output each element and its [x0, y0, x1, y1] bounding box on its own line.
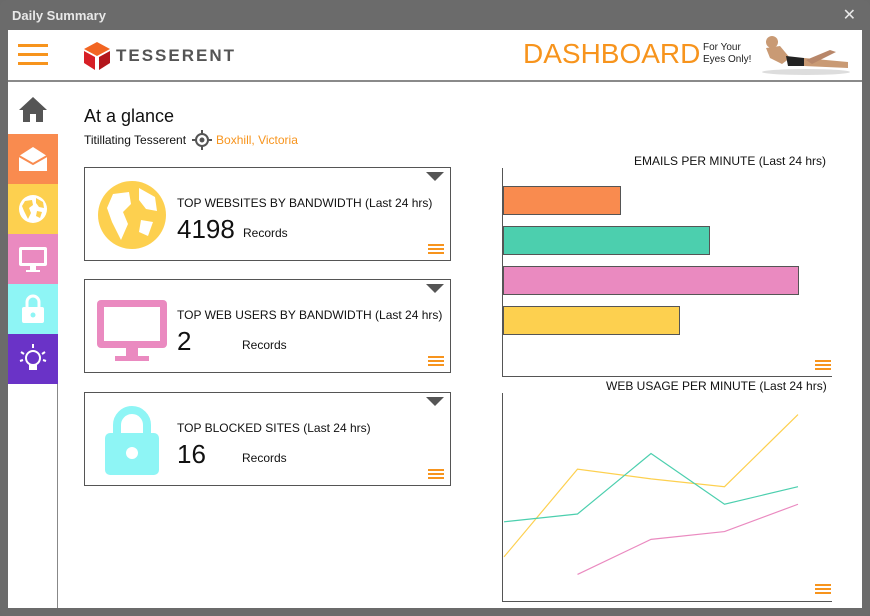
card-unit: Records [242, 451, 287, 465]
chevron-down-icon[interactable] [426, 172, 444, 181]
bar-0 [503, 186, 621, 215]
bar-2 [503, 266, 799, 295]
monitor-icon [97, 300, 167, 361]
logo-mark-icon [84, 42, 110, 70]
avatar [762, 36, 850, 75]
dashboard-title: DASHBOARD [523, 38, 701, 69]
card-count: 4198 [177, 214, 235, 244]
card-title: TOP WEBSITES BY BANDWIDTH (Last 24 hrs) [177, 196, 433, 210]
menu-icon[interactable] [428, 354, 444, 366]
page-subtitle: Titillating Tesserent Boxhill, Victoria [84, 130, 298, 150]
header: TESSERENT DASHBOARD For Your Eyes Only! [8, 30, 862, 82]
sidebar-item-email[interactable] [8, 134, 58, 184]
card-top-websites[interactable]: TOP WEBSITES BY BANDWIDTH (Last 24 hrs) … [84, 167, 451, 261]
window-title: Daily Summary [12, 8, 106, 23]
app-window: Daily Summary ✕ TESSERENT DASHBOARD For … [0, 0, 870, 616]
sidebar-item-home[interactable] [8, 84, 58, 134]
page-title: At a glance [84, 106, 175, 126]
chevron-down-icon[interactable] [426, 284, 444, 293]
card-title: TOP BLOCKED SITES (Last 24 hrs) [177, 421, 371, 435]
tagline: For Your Eyes Only! [703, 42, 752, 65]
sidebar [8, 84, 58, 608]
close-icon[interactable]: ✕ [843, 5, 856, 25]
series-line-0 [503, 414, 799, 558]
globe-icon [19, 195, 47, 223]
main-content: At a glance Titillating Tesserent Boxhil… [58, 84, 862, 608]
menu-icon[interactable] [815, 358, 831, 370]
card-count: 16 [177, 439, 206, 469]
card-blocked-sites[interactable]: TOP BLOCKED SITES (Last 24 hrs) 16 Recor… [84, 392, 451, 486]
company-name: Titillating Tesserent [84, 133, 187, 147]
location-link[interactable]: Boxhill, Victoria [216, 133, 298, 147]
lock-icon [22, 294, 44, 323]
app-content: TESSERENT DASHBOARD For Your Eyes Only! [8, 30, 862, 608]
card-unit: Records [242, 338, 287, 352]
envelope-icon [18, 147, 48, 171]
card-top-web-users[interactable]: TOP WEB USERS BY BANDWIDTH (Last 24 hrs)… [84, 279, 451, 373]
sidebar-item-security[interactable] [8, 284, 58, 334]
home-icon [19, 97, 47, 122]
web-usage-line-chart [502, 393, 832, 602]
bar-1 [503, 226, 710, 255]
logo-text: TESSERENT [116, 46, 237, 65]
sidebar-item-web[interactable] [8, 184, 58, 234]
tesserent-logo[interactable]: TESSERENT [84, 42, 236, 70]
card-count: 2 [177, 326, 192, 356]
bar-3 [503, 306, 680, 335]
title-bar: Daily Summary ✕ [0, 0, 870, 30]
monitor-icon [19, 247, 47, 272]
lock-icon [105, 406, 159, 475]
web-usage-chart-title: WEB USAGE PER MINUTE (Last 24 hrs) [606, 379, 827, 393]
emails-bar-chart [502, 168, 832, 377]
menu-icon[interactable] [428, 242, 444, 254]
location-target-icon [192, 130, 213, 150]
series-line-1 [503, 452, 799, 523]
lightbulb-icon [19, 344, 47, 370]
sidebar-item-ideas[interactable] [8, 334, 58, 384]
chevron-down-icon[interactable] [426, 397, 444, 406]
menu-icon[interactable] [815, 582, 831, 594]
series-line-2 [577, 503, 799, 575]
sidebar-item-users[interactable] [8, 234, 58, 284]
hamburger-menu-icon[interactable] [18, 44, 48, 66]
card-unit: Records [243, 226, 288, 240]
globe-icon [98, 181, 166, 249]
card-title: TOP WEB USERS BY BANDWIDTH (Last 24 hrs) [177, 308, 443, 322]
emails-chart-title: EMAILS PER MINUTE (Last 24 hrs) [634, 154, 827, 168]
menu-icon[interactable] [428, 467, 444, 479]
